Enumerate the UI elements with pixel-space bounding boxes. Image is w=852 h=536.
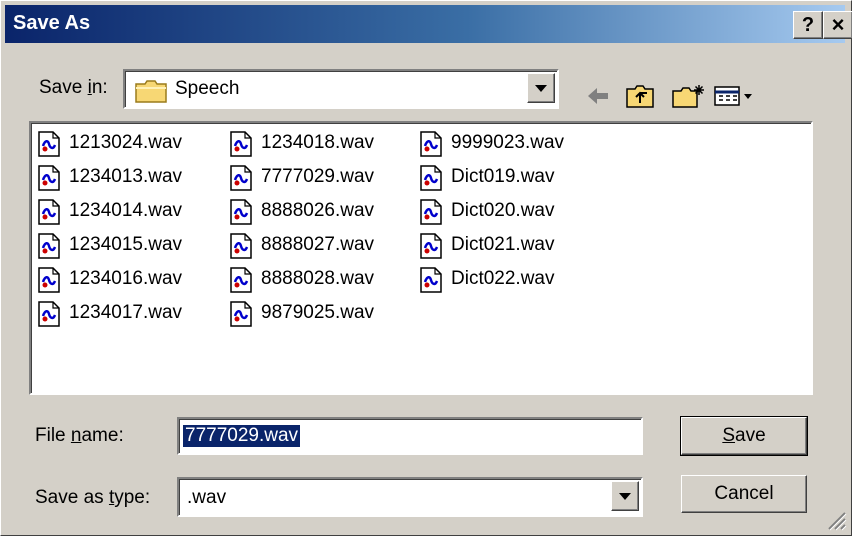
- file-name: 1213024.wav: [69, 132, 183, 153]
- file-name: Dict022.wav: [451, 268, 555, 289]
- save-in-combo[interactable]: Speech: [123, 69, 559, 109]
- file-name: Dict021.wav: [451, 234, 555, 255]
- file-name-value: 7777029.wav: [183, 425, 301, 447]
- save-button-label: ave: [735, 425, 766, 446]
- file-name: Dict020.wav: [451, 200, 555, 221]
- wav-file-icon: [230, 131, 252, 157]
- wav-file-icon: [420, 165, 442, 191]
- wav-file-icon: [230, 267, 252, 293]
- file-name-label-accel: n: [70, 425, 82, 446]
- file-name: Dict019.wav: [451, 166, 555, 187]
- file-name: 8888027.wav: [261, 234, 375, 255]
- save-type-label-suffix: ype:: [114, 487, 151, 508]
- wav-file-icon: [230, 233, 252, 259]
- resize-grip-icon[interactable]: [825, 509, 847, 531]
- wav-file-icon: [420, 131, 442, 157]
- save-in-folder: Speech: [175, 78, 240, 99]
- file-name: 1234013.wav: [69, 166, 183, 187]
- save-type-combo[interactable]: .wav: [177, 477, 643, 517]
- wav-file-icon: [420, 233, 442, 259]
- save-button-accel: S: [722, 425, 736, 446]
- title-bar[interactable]: Save As ? ×: [5, 5, 852, 43]
- wav-file-icon: [38, 131, 60, 157]
- help-button[interactable]: ?: [793, 11, 823, 39]
- back-arrow-icon[interactable]: [585, 83, 611, 109]
- file-name: 9999023.wav: [451, 132, 565, 153]
- wav-file-icon: [230, 199, 252, 225]
- wav-file-icon: [38, 165, 60, 191]
- file-name: 9879025.wav: [261, 302, 375, 323]
- cancel-button[interactable]: Cancel: [681, 475, 807, 513]
- file-name: 1234014.wav: [69, 200, 183, 221]
- wav-file-icon: [420, 199, 442, 225]
- dialog-title: Save As: [13, 12, 91, 34]
- save-button[interactable]: Save: [680, 416, 808, 456]
- wav-file-icon: [230, 301, 252, 327]
- wav-file-icon: [38, 301, 60, 327]
- file-name: 7777029.wav: [261, 166, 375, 187]
- wav-file-icon: [38, 267, 60, 293]
- file-name: 1234018.wav: [261, 132, 375, 153]
- save-in-label-suffix: n:: [91, 77, 108, 98]
- wav-file-icon: [420, 267, 442, 293]
- file-name: 8888026.wav: [261, 200, 375, 221]
- file-name: 1234016.wav: [69, 268, 183, 289]
- file-name: 1234017.wav: [69, 302, 183, 323]
- wav-file-icon: [38, 199, 60, 225]
- file-name: 1234015.wav: [69, 234, 183, 255]
- file-name-label: File name:: [35, 425, 124, 447]
- save-in-label: Save in:: [39, 77, 108, 99]
- save-type-label-text: Save as: [35, 487, 109, 508]
- save-as-dialog: Save As ? × Save in: Speech 1213024.wav …: [0, 0, 852, 536]
- file-list[interactable]: 1213024.wav 1234013.wav 1234014.wav 1234…: [29, 121, 813, 395]
- save-type-label: Save as type:: [35, 487, 150, 509]
- wav-file-icon: [38, 233, 60, 259]
- wav-file-icon: [230, 165, 252, 191]
- save-type-value: .wav: [187, 487, 227, 508]
- save-in-label-text: Save: [39, 77, 88, 98]
- save-in-dropdown-arrow[interactable]: [527, 73, 555, 103]
- file-name: 8888028.wav: [261, 268, 375, 289]
- save-type-dropdown-arrow[interactable]: [611, 481, 639, 511]
- close-button[interactable]: ×: [823, 11, 852, 39]
- file-name-label-suffix: ame:: [81, 425, 124, 446]
- new-folder-icon[interactable]: [671, 83, 707, 109]
- file-name-input[interactable]: 7777029.wav: [177, 417, 643, 455]
- file-name-label-text: File: [35, 425, 71, 446]
- up-folder-icon[interactable]: [625, 83, 655, 109]
- folder-icon: [135, 80, 167, 103]
- view-menu-icon[interactable]: [713, 83, 757, 109]
